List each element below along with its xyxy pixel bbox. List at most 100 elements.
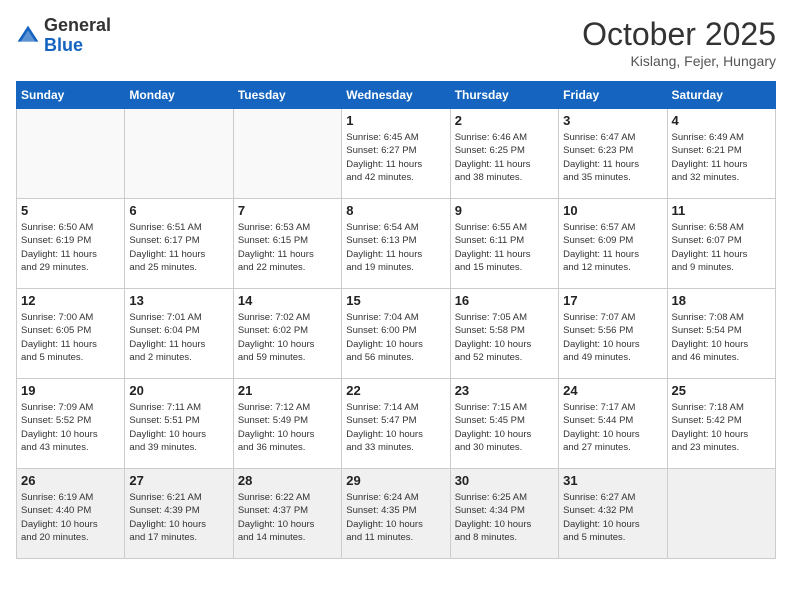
day-info: Sunrise: 6:51 AM Sunset: 6:17 PM Dayligh…	[129, 221, 228, 274]
day-info: Sunrise: 7:09 AM Sunset: 5:52 PM Dayligh…	[21, 401, 120, 454]
day-info: Sunrise: 7:08 AM Sunset: 5:54 PM Dayligh…	[672, 311, 771, 364]
day-info: Sunrise: 6:22 AM Sunset: 4:37 PM Dayligh…	[238, 491, 337, 544]
day-number: 15	[346, 293, 445, 308]
calendar-cell: 8 Sunrise: 6:54 AM Sunset: 6:13 PM Daylig…	[342, 199, 450, 289]
day-header-thursday: Thursday	[450, 82, 558, 109]
calendar-cell: 20Sunrise: 7:11 AM Sunset: 5:51 PM Dayli…	[125, 379, 233, 469]
day-number: 5	[21, 203, 120, 218]
week-row-3: 12 Sunrise: 7:00 AM Sunset: 6:05 PM Dayli…	[17, 289, 776, 379]
day-info: Sunrise: 7:02 AM Sunset: 6:02 PM Dayligh…	[238, 311, 337, 364]
day-number: 22	[346, 383, 445, 398]
week-row-1: 1 Sunrise: 6:45 AM Sunset: 6:27 PM Daylig…	[17, 109, 776, 199]
calendar-cell	[233, 109, 341, 199]
calendar-cell: 10 Sunrise: 6:57 AM Sunset: 6:09 PM Dayli…	[559, 199, 667, 289]
day-number: 9	[455, 203, 554, 218]
day-number: 7	[238, 203, 337, 218]
day-info: Sunrise: 7:15 AM Sunset: 5:45 PM Dayligh…	[455, 401, 554, 454]
day-header-saturday: Saturday	[667, 82, 775, 109]
day-info: Sunrise: 7:14 AM Sunset: 5:47 PM Dayligh…	[346, 401, 445, 454]
calendar-cell: 7 Sunrise: 6:53 AM Sunset: 6:15 PM Daylig…	[233, 199, 341, 289]
page-header: General Blue October 2025 Kislang, Fejer…	[16, 16, 776, 69]
week-row-4: 19Sunrise: 7:09 AM Sunset: 5:52 PM Dayli…	[17, 379, 776, 469]
day-info: Sunrise: 6:55 AM Sunset: 6:11 PM Dayligh…	[455, 221, 554, 274]
day-number: 31	[563, 473, 662, 488]
logo-general-text: General	[44, 15, 111, 35]
day-info: Sunrise: 6:54 AM Sunset: 6:13 PM Dayligh…	[346, 221, 445, 274]
day-number: 21	[238, 383, 337, 398]
week-row-2: 5 Sunrise: 6:50 AM Sunset: 6:19 PM Daylig…	[17, 199, 776, 289]
day-info: Sunrise: 6:58 AM Sunset: 6:07 PM Dayligh…	[672, 221, 771, 274]
logo-icon	[16, 24, 40, 48]
day-info: Sunrise: 6:21 AM Sunset: 4:39 PM Dayligh…	[129, 491, 228, 544]
day-number: 14	[238, 293, 337, 308]
day-info: Sunrise: 7:01 AM Sunset: 6:04 PM Dayligh…	[129, 311, 228, 364]
day-info: Sunrise: 6:24 AM Sunset: 4:35 PM Dayligh…	[346, 491, 445, 544]
day-number: 13	[129, 293, 228, 308]
day-info: Sunrise: 7:11 AM Sunset: 5:51 PM Dayligh…	[129, 401, 228, 454]
day-number: 2	[455, 113, 554, 128]
day-info: Sunrise: 7:05 AM Sunset: 5:58 PM Dayligh…	[455, 311, 554, 364]
day-info: Sunrise: 6:49 AM Sunset: 6:21 PM Dayligh…	[672, 131, 771, 184]
week-row-5: 26Sunrise: 6:19 AM Sunset: 4:40 PM Dayli…	[17, 469, 776, 559]
day-number: 29	[346, 473, 445, 488]
calendar-cell: 27 Sunrise: 6:21 AM Sunset: 4:39 PM Dayli…	[125, 469, 233, 559]
calendar-cell: 26Sunrise: 6:19 AM Sunset: 4:40 PM Dayli…	[17, 469, 125, 559]
day-number: 8	[346, 203, 445, 218]
day-number: 12	[21, 293, 120, 308]
day-info: Sunrise: 7:12 AM Sunset: 5:49 PM Dayligh…	[238, 401, 337, 454]
calendar-cell: 3Sunrise: 6:47 AM Sunset: 6:23 PM Daylig…	[559, 109, 667, 199]
day-info: Sunrise: 6:47 AM Sunset: 6:23 PM Dayligh…	[563, 131, 662, 184]
day-number: 16	[455, 293, 554, 308]
title-block: October 2025 Kislang, Fejer, Hungary	[582, 16, 776, 69]
day-header-tuesday: Tuesday	[233, 82, 341, 109]
calendar-cell: 1 Sunrise: 6:45 AM Sunset: 6:27 PM Daylig…	[342, 109, 450, 199]
day-number: 28	[238, 473, 337, 488]
day-header-sunday: Sunday	[17, 82, 125, 109]
day-header-monday: Monday	[125, 82, 233, 109]
calendar-cell: 31 Sunrise: 6:27 AM Sunset: 4:32 PM Dayli…	[559, 469, 667, 559]
calendar-cell: 19Sunrise: 7:09 AM Sunset: 5:52 PM Dayli…	[17, 379, 125, 469]
calendar-cell: 30 Sunrise: 6:25 AM Sunset: 4:34 PM Dayli…	[450, 469, 558, 559]
calendar-cell: 2Sunrise: 6:46 AM Sunset: 6:25 PM Daylig…	[450, 109, 558, 199]
day-number: 10	[563, 203, 662, 218]
day-info: Sunrise: 6:57 AM Sunset: 6:09 PM Dayligh…	[563, 221, 662, 274]
day-number: 24	[563, 383, 662, 398]
calendar-cell: 22 Sunrise: 7:14 AM Sunset: 5:47 PM Dayli…	[342, 379, 450, 469]
day-info: Sunrise: 7:07 AM Sunset: 5:56 PM Dayligh…	[563, 311, 662, 364]
calendar-cell: 21 Sunrise: 7:12 AM Sunset: 5:49 PM Dayli…	[233, 379, 341, 469]
day-number: 6	[129, 203, 228, 218]
day-info: Sunrise: 6:27 AM Sunset: 4:32 PM Dayligh…	[563, 491, 662, 544]
day-info: Sunrise: 7:18 AM Sunset: 5:42 PM Dayligh…	[672, 401, 771, 454]
day-info: Sunrise: 6:50 AM Sunset: 6:19 PM Dayligh…	[21, 221, 120, 274]
day-info: Sunrise: 7:17 AM Sunset: 5:44 PM Dayligh…	[563, 401, 662, 454]
day-info: Sunrise: 6:45 AM Sunset: 6:27 PM Dayligh…	[346, 131, 445, 184]
calendar-cell: 15 Sunrise: 7:04 AM Sunset: 6:00 PM Dayli…	[342, 289, 450, 379]
day-number: 1	[346, 113, 445, 128]
calendar-cell: 5 Sunrise: 6:50 AM Sunset: 6:19 PM Daylig…	[17, 199, 125, 289]
logo-blue-text: Blue	[44, 35, 83, 55]
calendar-cell: 29 Sunrise: 6:24 AM Sunset: 4:35 PM Dayli…	[342, 469, 450, 559]
day-info: Sunrise: 6:25 AM Sunset: 4:34 PM Dayligh…	[455, 491, 554, 544]
calendar-cell: 28 Sunrise: 6:22 AM Sunset: 4:37 PM Dayli…	[233, 469, 341, 559]
day-number: 17	[563, 293, 662, 308]
calendar-cell: 14 Sunrise: 7:02 AM Sunset: 6:02 PM Dayli…	[233, 289, 341, 379]
day-info: Sunrise: 7:00 AM Sunset: 6:05 PM Dayligh…	[21, 311, 120, 364]
day-number: 25	[672, 383, 771, 398]
day-info: Sunrise: 6:19 AM Sunset: 4:40 PM Dayligh…	[21, 491, 120, 544]
day-header-friday: Friday	[559, 82, 667, 109]
day-info: Sunrise: 6:53 AM Sunset: 6:15 PM Dayligh…	[238, 221, 337, 274]
calendar-cell: 24 Sunrise: 7:17 AM Sunset: 5:44 PM Dayli…	[559, 379, 667, 469]
day-number: 27	[129, 473, 228, 488]
calendar-cell: 16 Sunrise: 7:05 AM Sunset: 5:58 PM Dayli…	[450, 289, 558, 379]
calendar-cell: 12 Sunrise: 7:00 AM Sunset: 6:05 PM Dayli…	[17, 289, 125, 379]
day-info: Sunrise: 7:04 AM Sunset: 6:00 PM Dayligh…	[346, 311, 445, 364]
day-number: 11	[672, 203, 771, 218]
day-number: 18	[672, 293, 771, 308]
calendar-cell	[17, 109, 125, 199]
calendar-cell: 13 Sunrise: 7:01 AM Sunset: 6:04 PM Dayli…	[125, 289, 233, 379]
location: Kislang, Fejer, Hungary	[582, 53, 776, 69]
day-number: 30	[455, 473, 554, 488]
calendar-cell: 4Sunrise: 6:49 AM Sunset: 6:21 PM Daylig…	[667, 109, 775, 199]
calendar-cell: 17 Sunrise: 7:07 AM Sunset: 5:56 PM Dayli…	[559, 289, 667, 379]
month-title: October 2025	[582, 16, 776, 53]
